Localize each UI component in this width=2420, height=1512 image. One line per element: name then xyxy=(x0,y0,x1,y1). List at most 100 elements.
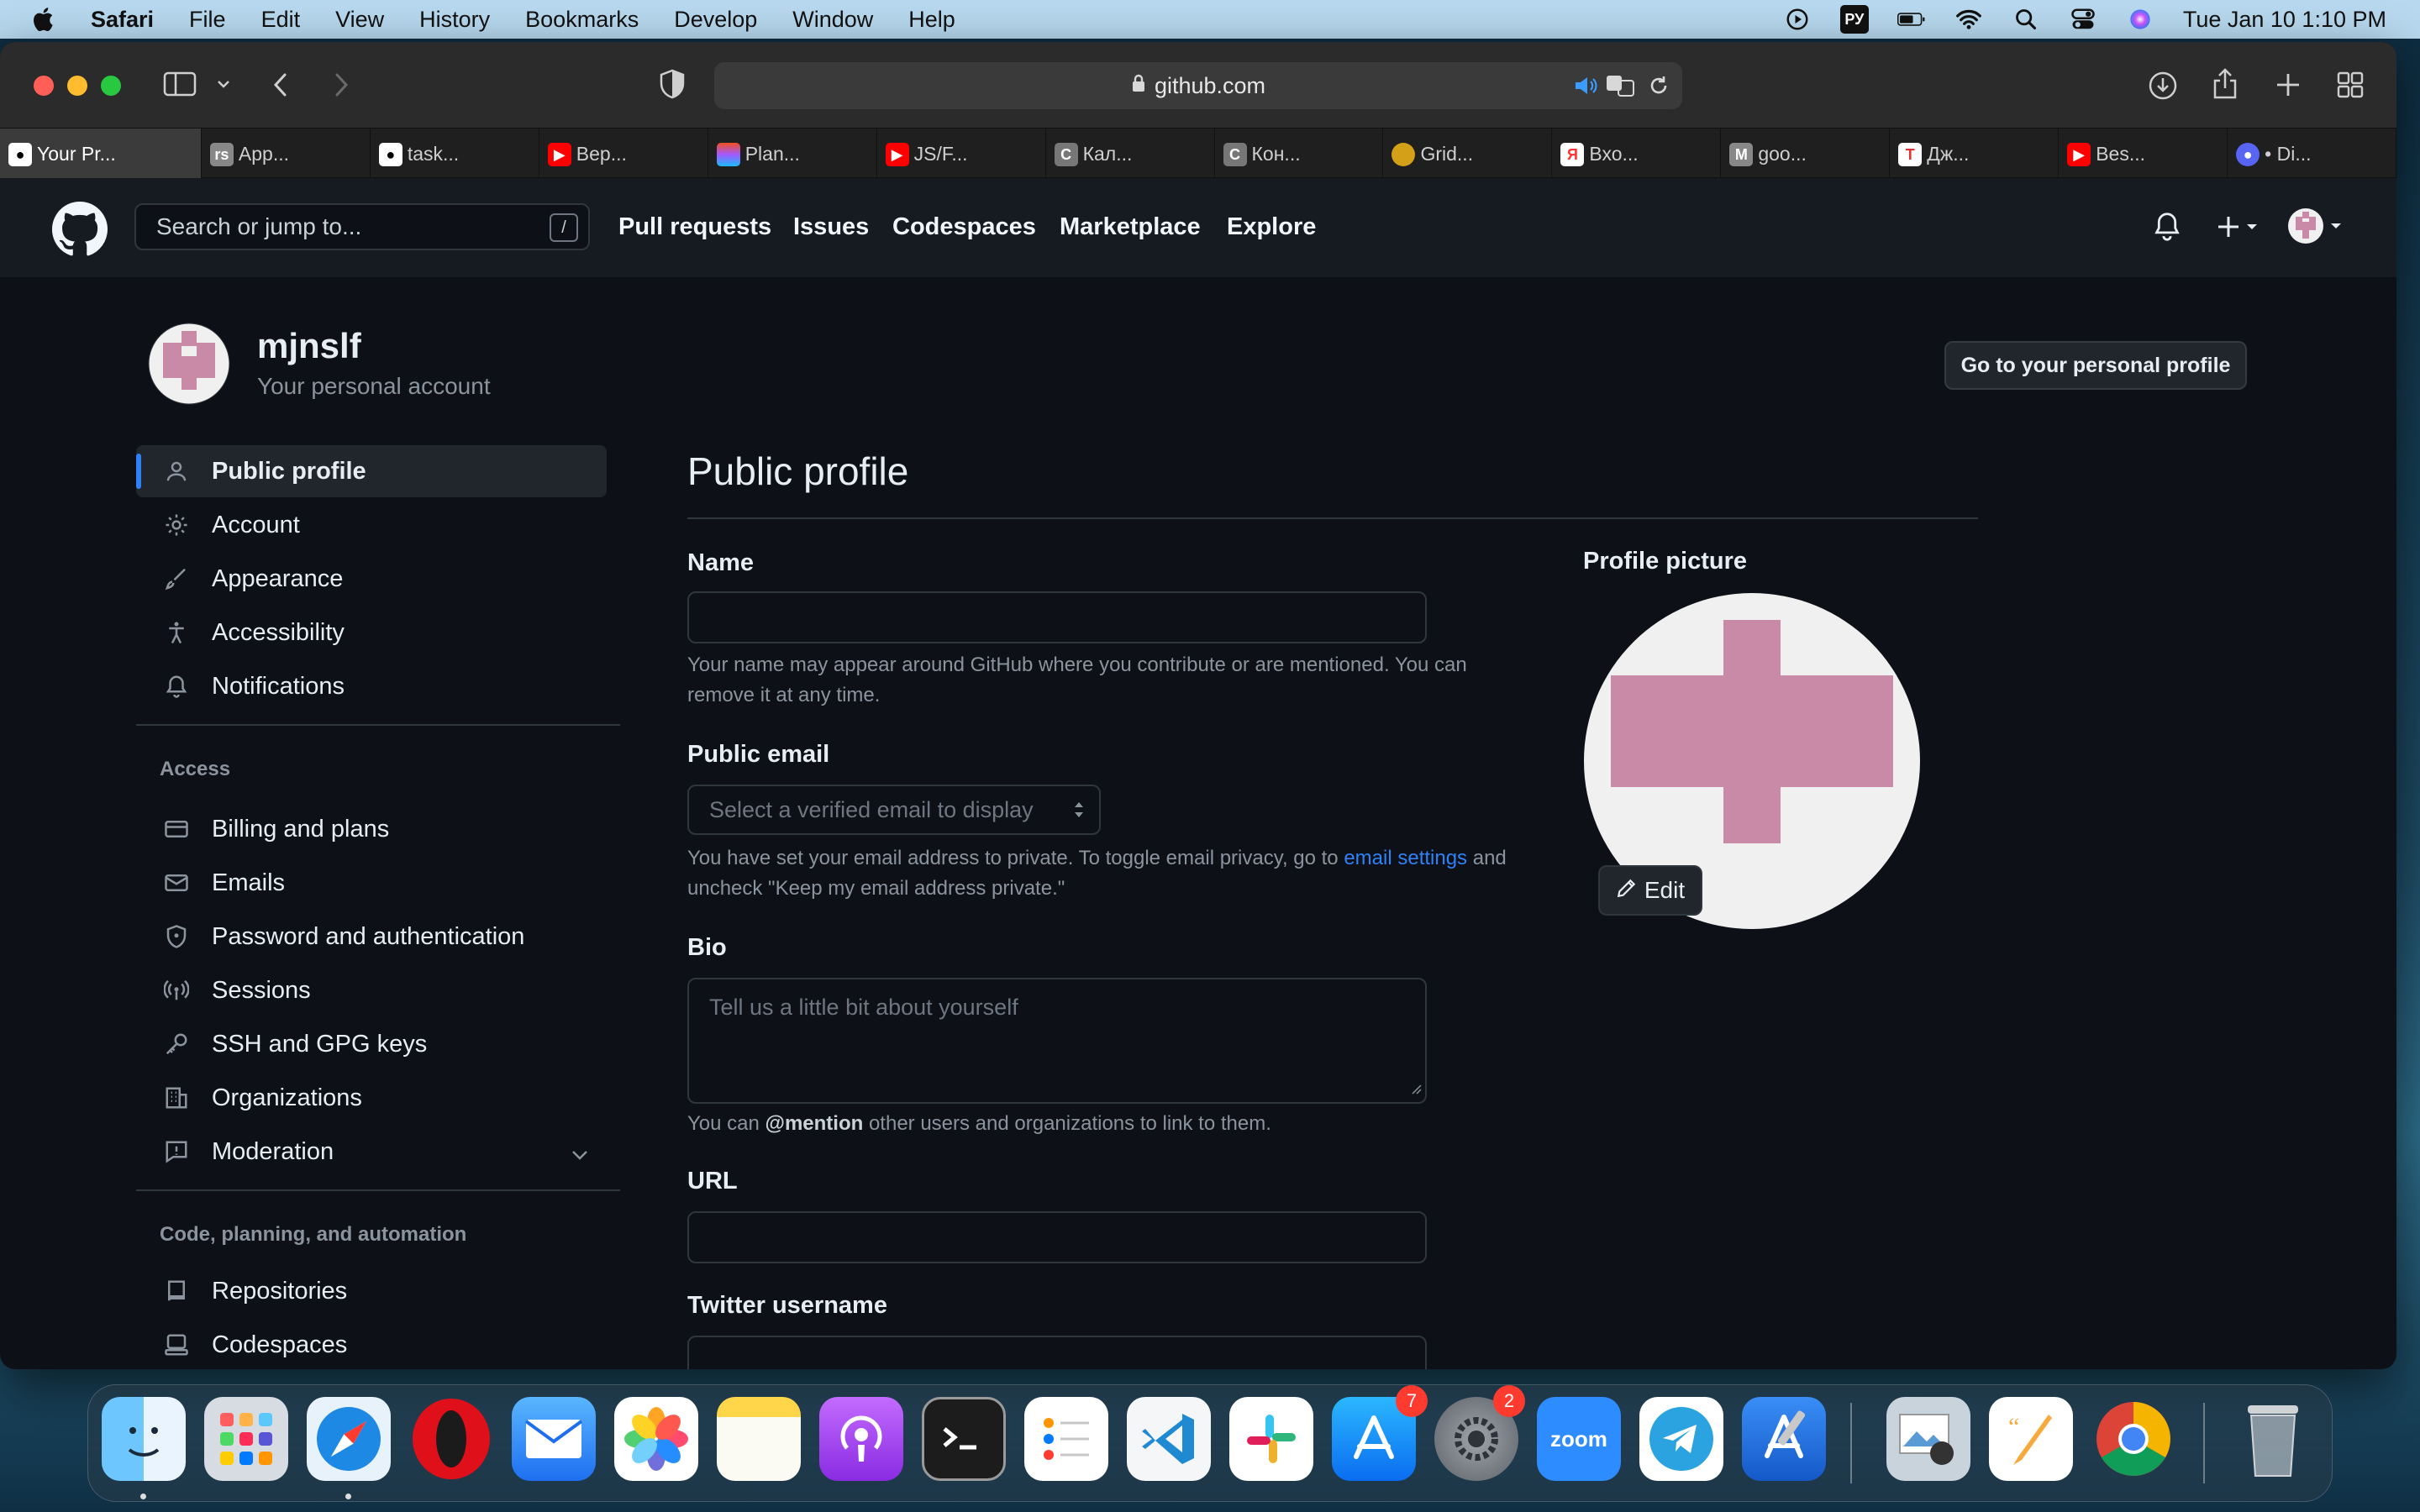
zoom-window-button[interactable] xyxy=(101,76,121,96)
avatar[interactable] xyxy=(148,323,230,409)
go-to-profile-button[interactable]: Go to your personal profile xyxy=(1944,341,2247,390)
email-settings-link[interactable]: email settings xyxy=(1344,847,1467,869)
tab-yandex[interactable]: Я Вхо... xyxy=(1552,129,1722,179)
mail-app-icon[interactable] xyxy=(512,1397,596,1481)
tab-github-profile[interactable]: ● Your Pr... xyxy=(0,129,202,179)
menu-develop[interactable]: Develop xyxy=(674,7,757,33)
reload-icon[interactable] xyxy=(1647,74,1670,103)
translate-icon[interactable] xyxy=(1605,74,1635,103)
resize-handle-icon[interactable] xyxy=(1410,1083,1422,1099)
privacy-shield-icon[interactable] xyxy=(659,69,686,103)
chevron-down-icon[interactable] xyxy=(215,77,232,95)
tab-grid[interactable]: Grid... xyxy=(1383,129,1553,179)
avatar-menu[interactable] xyxy=(2287,205,2348,251)
menu-history[interactable]: History xyxy=(419,7,490,33)
tab-task[interactable]: ● task... xyxy=(371,129,539,179)
notes-icon[interactable] xyxy=(717,1397,801,1481)
finder-icon[interactable] xyxy=(102,1397,186,1481)
apple-icon[interactable] xyxy=(30,5,59,34)
tab-app[interactable]: rs App... xyxy=(202,129,371,179)
nav-pull-requests[interactable]: Pull requests xyxy=(618,213,771,241)
github-logo-icon[interactable] xyxy=(52,202,108,261)
menu-window[interactable]: Window xyxy=(792,7,873,33)
menu-edit[interactable]: Edit xyxy=(261,7,301,33)
safari-icon[interactable] xyxy=(307,1397,391,1481)
zoom-icon[interactable]: zoom xyxy=(1537,1397,1621,1481)
menu-file[interactable]: File xyxy=(189,7,226,33)
sidebar-item-billing[interactable]: Billing and plans xyxy=(136,803,607,855)
launchpad-icon[interactable] xyxy=(204,1397,288,1481)
telegram-icon[interactable] xyxy=(1639,1397,1723,1481)
search-input[interactable]: Search or jump to... / xyxy=(134,203,590,250)
close-window-button[interactable] xyxy=(34,76,54,96)
tab-c-1[interactable]: C Кал... xyxy=(1046,129,1215,179)
nav-issues[interactable]: Issues xyxy=(793,213,869,241)
system-preferences-icon[interactable]: 2 xyxy=(1434,1385,1525,1481)
tab-c-2[interactable]: C Кон... xyxy=(1215,129,1384,179)
sidebar-item-appearance[interactable]: Appearance xyxy=(136,553,607,605)
menu-app-name[interactable]: Safari xyxy=(91,7,154,33)
share-icon[interactable] xyxy=(2212,67,2238,105)
back-icon[interactable] xyxy=(271,71,291,103)
play-circle-icon[interactable] xyxy=(1783,5,1812,34)
sidebar-item-account[interactable]: Account xyxy=(136,499,607,551)
spotlight-search-icon[interactable] xyxy=(2012,5,2040,34)
terminal-icon[interactable] xyxy=(922,1397,1006,1481)
pages-icon[interactable]: “ xyxy=(1989,1397,2073,1481)
tab-figma[interactable]: Plan... xyxy=(708,129,877,179)
control-center-icon[interactable] xyxy=(2069,5,2097,34)
tab-youtube-1[interactable]: ▶ Вер... xyxy=(539,129,708,179)
chrome-icon[interactable] xyxy=(2091,1397,2175,1481)
trash-icon[interactable] xyxy=(2231,1397,2315,1481)
sidebar-item-codespaces[interactable]: Codespaces xyxy=(136,1319,607,1369)
tab-overview-icon[interactable] xyxy=(2336,71,2365,103)
sidebar-item-password[interactable]: Password and authentication xyxy=(136,911,607,963)
sidebar-item-sessions[interactable]: Sessions xyxy=(136,964,607,1016)
public-email-select[interactable]: Select a verified email to display xyxy=(687,785,1101,835)
address-bar[interactable]: github.com xyxy=(714,62,1682,109)
tab-goo[interactable]: Mgoo... xyxy=(1721,129,1891,179)
tab-dzh[interactable]: T Дж... xyxy=(1890,129,2060,179)
app-store-icon[interactable]: 7 xyxy=(1332,1385,1428,1481)
minimize-window-button[interactable] xyxy=(67,76,87,96)
nav-codespaces[interactable]: Codespaces xyxy=(892,213,1036,241)
sidebar-item-ssh-gpg[interactable]: SSH and GPG keys xyxy=(136,1018,607,1070)
sidebar-item-moderation[interactable]: Moderation xyxy=(136,1126,607,1178)
wifi-icon[interactable] xyxy=(1954,5,1983,34)
name-input[interactable] xyxy=(687,591,1427,643)
battery-icon[interactable] xyxy=(1897,5,1926,34)
nav-explore[interactable]: Explore xyxy=(1227,213,1316,241)
slack-icon[interactable] xyxy=(1229,1397,1313,1481)
edit-picture-button[interactable]: Edit xyxy=(1598,865,1702,916)
sidebar-item-repositories[interactable]: Repositories xyxy=(136,1265,607,1317)
tab-discord[interactable]: ● • Di... xyxy=(2228,129,2396,179)
menu-view[interactable]: View xyxy=(335,7,384,33)
podcasts-icon[interactable] xyxy=(819,1397,903,1481)
sidebar-item-accessibility[interactable]: Accessibility xyxy=(136,606,607,659)
nav-marketplace[interactable]: Marketplace xyxy=(1060,213,1201,241)
account-username[interactable]: mjnslf xyxy=(257,326,361,366)
preview-icon[interactable] xyxy=(1886,1397,1970,1481)
create-new-icon[interactable] xyxy=(2215,212,2265,246)
chevron-down-icon[interactable] xyxy=(570,1142,590,1170)
vscode-icon[interactable] xyxy=(1127,1397,1211,1481)
opera-icon[interactable] xyxy=(409,1397,493,1481)
downloads-icon[interactable] xyxy=(2148,71,2178,105)
tab-youtube-3[interactable]: ▶ Bes... xyxy=(2059,129,2228,179)
menu-bookmarks[interactable]: Bookmarks xyxy=(525,7,639,33)
bell-icon[interactable] xyxy=(2153,212,2181,246)
menu-clock[interactable]: Tue Jan 10 1:10 PM xyxy=(2183,7,2386,33)
speaker-icon[interactable] xyxy=(1573,74,1598,103)
sidebar-toggle-icon[interactable] xyxy=(163,71,197,102)
url-input[interactable] xyxy=(687,1211,1427,1263)
photos-icon[interactable] xyxy=(614,1397,698,1481)
forward-icon[interactable] xyxy=(331,71,351,103)
sidebar-item-organizations[interactable]: Organizations xyxy=(136,1072,607,1124)
tab-youtube-2[interactable]: ▶ JS/F... xyxy=(877,129,1046,179)
new-tab-icon[interactable] xyxy=(2274,71,2302,103)
sidebar-item-notifications[interactable]: Notifications xyxy=(136,660,607,712)
sidebar-item-public-profile[interactable]: Public profile xyxy=(136,445,607,497)
twitter-input[interactable] xyxy=(687,1336,1427,1369)
xcode-icon[interactable] xyxy=(1742,1397,1826,1481)
bio-textarea[interactable]: Tell us a little bit about yourself xyxy=(687,978,1427,1104)
